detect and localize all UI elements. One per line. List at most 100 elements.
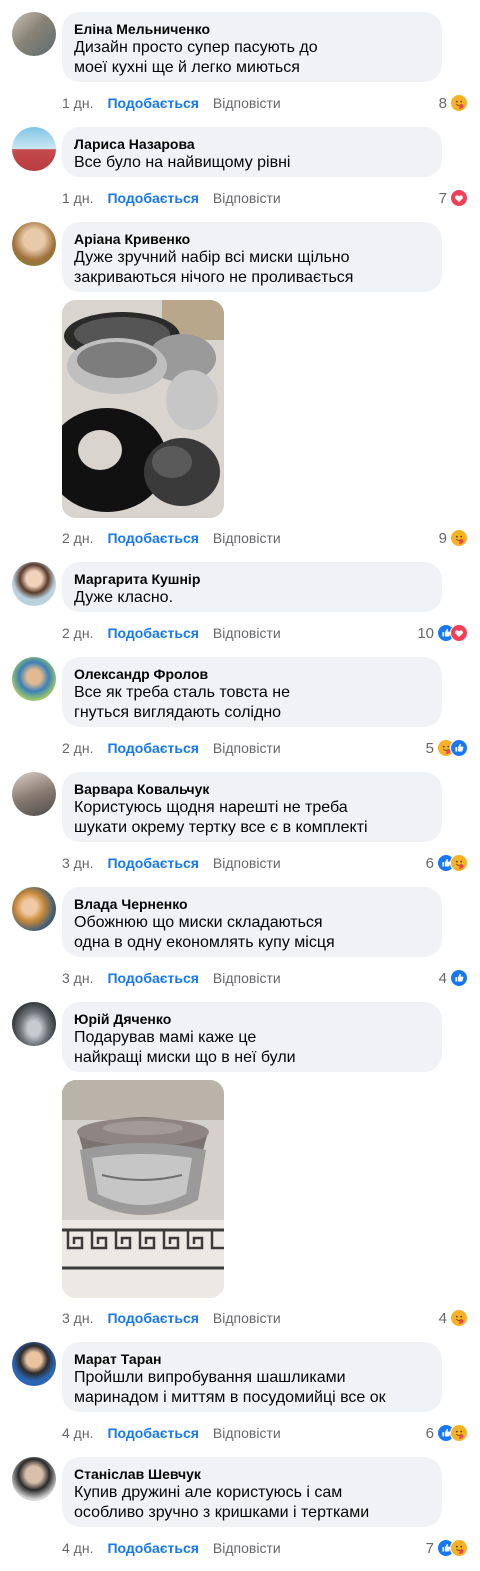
avatar[interactable] xyxy=(12,562,56,606)
author-name[interactable]: Станіслав Шевчук xyxy=(74,1465,430,1483)
reaction-count: 7 xyxy=(425,1539,434,1557)
author-name[interactable]: Маргарита Кушнір xyxy=(74,570,430,588)
reaction-count: 8 xyxy=(438,94,447,112)
care-icon xyxy=(450,529,468,547)
avatar[interactable] xyxy=(12,1457,56,1501)
like-button[interactable]: Подобається xyxy=(107,95,198,111)
reaction-summary[interactable]: 8 xyxy=(439,92,468,114)
comment-text: особливо зручно з кришками і тертками xyxy=(74,1504,370,1521)
like-button[interactable]: Подобається xyxy=(107,1540,198,1556)
comment-bubble: Олександр Фролов Все як треба сталь товс… xyxy=(62,657,442,727)
timestamp[interactable]: 2 дн. xyxy=(62,740,93,756)
comment-actions: 2 дн. Подобається Відповісти xyxy=(62,622,468,644)
timestamp[interactable]: 1 дн. xyxy=(62,190,93,206)
comment-text: Купив дружині але користуюсь і сам xyxy=(74,1484,343,1501)
comment-actions: 1 дн. Подобається Відповісти xyxy=(62,187,468,209)
comment-text: моеї кухні ще й легко миються xyxy=(74,59,300,76)
avatar[interactable] xyxy=(12,1342,56,1386)
comment-text: Дуже зручний набір всі миски щільно xyxy=(74,249,350,266)
comment-actions: 3 дн. Подобається Відповісти xyxy=(62,852,468,874)
avatar[interactable] xyxy=(12,887,56,931)
comment-photo[interactable] xyxy=(62,1080,224,1298)
author-name[interactable]: Еліна Мельниченко xyxy=(74,20,430,38)
timestamp[interactable]: 3 дн. xyxy=(62,970,93,986)
reply-button[interactable]: Відповісти xyxy=(213,855,281,871)
care-icon xyxy=(450,1309,468,1327)
avatar[interactable] xyxy=(12,12,56,56)
reply-button[interactable]: Відповісти xyxy=(213,1540,281,1556)
reply-button[interactable]: Відповісти xyxy=(213,1310,281,1326)
comment-text: Подарував мамі каже це xyxy=(74,1029,257,1046)
timestamp[interactable]: 1 дн. xyxy=(62,95,93,111)
comment-bubble: Варвара Ковальчук Користуюсь щодня нареш… xyxy=(62,772,442,842)
timestamp[interactable]: 3 дн. xyxy=(62,1310,93,1326)
reply-button[interactable]: Відповісти xyxy=(213,530,281,546)
reaction-count: 10 xyxy=(417,624,434,642)
comment-text: найкращі миски що в неї були xyxy=(74,1049,296,1066)
like-button[interactable]: Подобається xyxy=(107,1425,198,1441)
comment-bubble: Маргарита Кушнір Дуже класно. xyxy=(62,562,442,612)
timestamp[interactable]: 3 дн. xyxy=(62,855,93,871)
timestamp[interactable]: 4 дн. xyxy=(62,1425,93,1441)
comment-text: Все як треба сталь товста не xyxy=(74,684,290,701)
like-icon xyxy=(450,969,468,987)
comment-actions: 3 дн. Подобається Відповісти xyxy=(62,1307,468,1329)
comment-text: одна в одну економлять купу місця xyxy=(74,934,335,951)
reaction-summary[interactable]: 5 xyxy=(426,737,468,759)
author-name[interactable]: Юрій Дяченко xyxy=(74,1010,430,1028)
like-button[interactable]: Подобається xyxy=(107,855,198,871)
avatar[interactable] xyxy=(12,127,56,171)
reaction-count: 6 xyxy=(425,854,434,872)
comment-photo[interactable] xyxy=(62,300,224,518)
avatar[interactable] xyxy=(12,772,56,816)
author-name[interactable]: Аріана Кривенко xyxy=(74,230,430,248)
author-name[interactable]: Олександр Фролов xyxy=(74,665,430,683)
timestamp[interactable]: 4 дн. xyxy=(62,1540,93,1556)
reaction-count: 6 xyxy=(425,1424,434,1442)
reply-button[interactable]: Відповісти xyxy=(213,190,281,206)
reply-button[interactable]: Відповісти xyxy=(213,740,281,756)
care-icon xyxy=(450,1539,468,1557)
love-icon xyxy=(450,189,468,207)
like-button[interactable]: Подобається xyxy=(107,740,198,756)
comment-text: гнуться виглядають солідно xyxy=(74,704,282,721)
reaction-summary[interactable]: 7 xyxy=(426,1537,468,1559)
like-button[interactable]: Подобається xyxy=(107,625,198,641)
comment-actions: 1 дн. Подобається Відповісти xyxy=(62,92,468,114)
comment-bubble: Лариса Назарова Все було на найвищому рі… xyxy=(62,127,442,177)
comment-text: Пройшли випробування шашликами xyxy=(74,1369,346,1386)
reaction-summary[interactable]: 6 xyxy=(426,1422,468,1444)
reaction-summary[interactable]: 4 xyxy=(439,1307,468,1329)
reaction-summary[interactable]: 10 xyxy=(417,622,468,644)
comment-bubble: Аріана Кривенко Дуже зручний набір всі м… xyxy=(62,222,442,292)
reaction-summary[interactable]: 4 xyxy=(439,967,468,989)
comment-actions: 4 дн. Подобається Відповісти xyxy=(62,1537,468,1559)
like-button[interactable]: Подобається xyxy=(107,1310,198,1326)
author-name[interactable]: Лариса Назарова xyxy=(74,135,430,153)
comment-bubble: Юрій Дяченко Подарував мамі каже це найк… xyxy=(62,1002,442,1072)
reply-button[interactable]: Відповісти xyxy=(213,95,281,111)
reply-button[interactable]: Відповісти xyxy=(213,1425,281,1441)
reaction-summary[interactable]: 9 xyxy=(439,527,468,549)
reaction-count: 4 xyxy=(438,1309,447,1327)
like-button[interactable]: Подобається xyxy=(107,970,198,986)
comment-text: Дуже класно. xyxy=(74,589,174,606)
reaction-summary[interactable]: 6 xyxy=(426,852,468,874)
like-button[interactable]: Подобається xyxy=(107,190,198,206)
comment-text: Обожнюю що миски складаються xyxy=(74,914,323,931)
comment-actions: 2 дн. Подобається Відповісти xyxy=(62,527,468,549)
timestamp[interactable]: 2 дн. xyxy=(62,625,93,641)
like-button[interactable]: Подобається xyxy=(107,530,198,546)
avatar[interactable] xyxy=(12,657,56,701)
author-name[interactable]: Марат Таран xyxy=(74,1350,430,1368)
reaction-summary[interactable]: 7 xyxy=(439,187,468,209)
avatar[interactable] xyxy=(12,222,56,266)
reply-button[interactable]: Відповісти xyxy=(213,625,281,641)
author-name[interactable]: Варвара Ковальчук xyxy=(74,780,430,798)
author-name[interactable]: Влада Черненко xyxy=(74,895,430,913)
avatar[interactable] xyxy=(12,1002,56,1046)
timestamp[interactable]: 2 дн. xyxy=(62,530,93,546)
comment-text: закриваються нічого не проливається xyxy=(74,269,354,286)
comment-actions: 4 дн. Подобається Відповісти xyxy=(62,1422,468,1444)
reply-button[interactable]: Відповісти xyxy=(213,970,281,986)
